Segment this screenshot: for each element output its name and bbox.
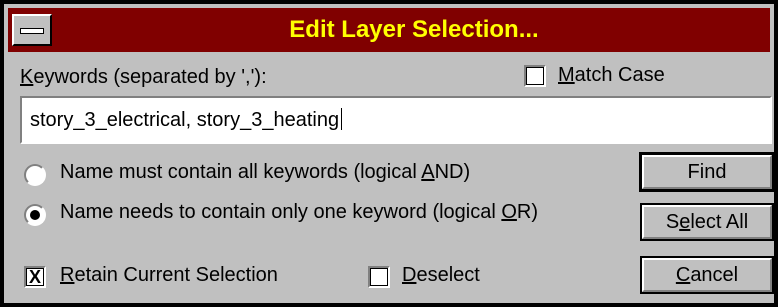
or-radio[interactable]: [24, 204, 46, 226]
title-bar: Edit Layer Selection...: [8, 8, 770, 52]
system-menu-icon: [20, 28, 44, 34]
find-button[interactable]: Find: [639, 152, 775, 192]
retain-selection-checkbox[interactable]: X: [24, 266, 46, 288]
and-radio[interactable]: [24, 164, 46, 186]
or-radio-label[interactable]: Name needs to contain only one keyword (…: [60, 201, 538, 224]
deselect-checkbox[interactable]: [368, 266, 390, 288]
select-all-button[interactable]: Select All: [640, 203, 774, 241]
radio-selected-dot: [30, 210, 40, 220]
keywords-label: Keywords (separated by ','):: [20, 66, 267, 88]
retain-selection-label[interactable]: Retain Current Selection: [60, 264, 278, 287]
and-radio-label[interactable]: Name must contain all keywords (logical …: [60, 161, 470, 184]
window-title: Edit Layer Selection...: [289, 16, 539, 43]
match-case-label[interactable]: Match Case: [558, 64, 665, 87]
keywords-input[interactable]: story_3_electrical, story_3_heating: [20, 96, 772, 144]
match-case-checkbox[interactable]: [524, 65, 546, 87]
system-menu-button[interactable]: [12, 14, 52, 46]
deselect-label[interactable]: Deselect: [402, 264, 480, 287]
cancel-button[interactable]: Cancel: [640, 256, 774, 294]
